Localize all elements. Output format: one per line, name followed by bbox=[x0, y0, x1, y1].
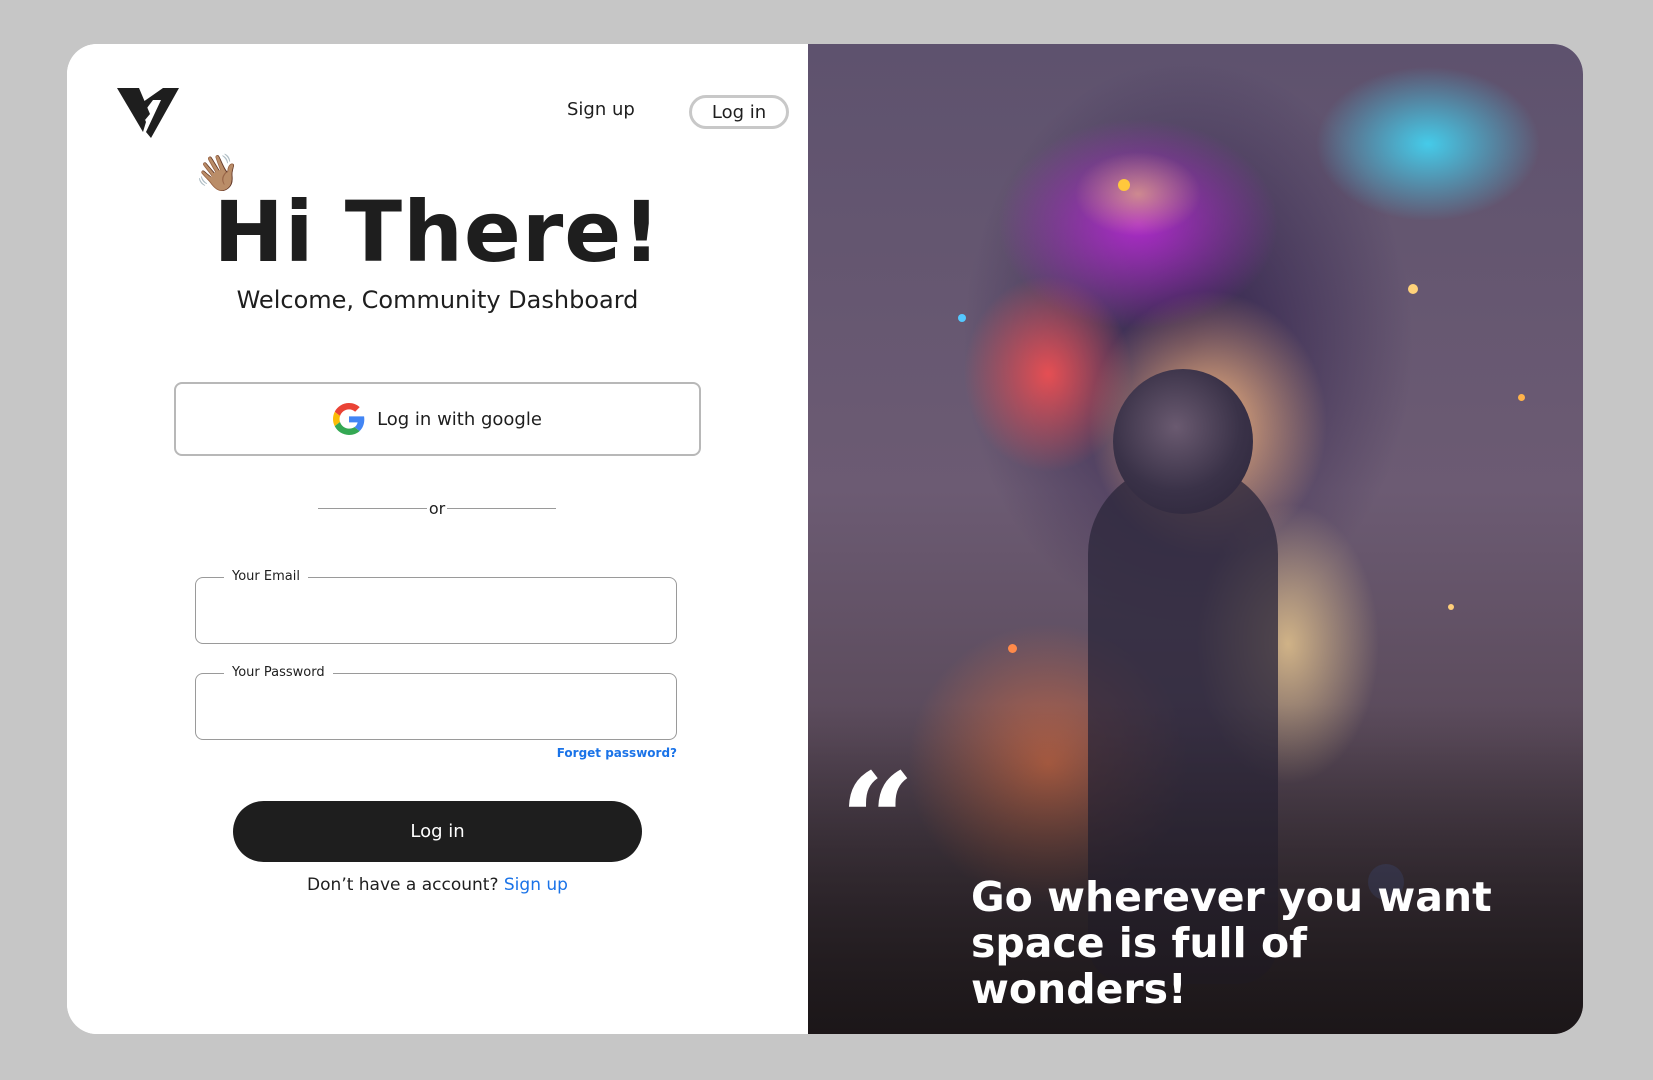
nav-login-button[interactable]: Log in bbox=[689, 95, 789, 129]
password-field-label: Your Password bbox=[224, 664, 333, 682]
divider-or-label: or bbox=[428, 498, 446, 518]
divider-line-right bbox=[447, 507, 556, 509]
email-field: Your Email bbox=[195, 568, 677, 644]
login-submit-button[interactable]: Log in bbox=[233, 801, 642, 862]
google-login-button[interactable]: Log in with google bbox=[174, 382, 701, 456]
paint-speck bbox=[958, 314, 966, 322]
astronaut-helmet bbox=[1113, 369, 1253, 514]
quote-text: Go wherever you want space is full of wo… bbox=[971, 874, 1531, 1012]
divider-line-left bbox=[318, 507, 427, 509]
nav-signup-button[interactable]: Sign up bbox=[567, 95, 635, 125]
forgot-password-link[interactable]: Forget password? bbox=[507, 744, 677, 762]
page-title: Hi There! bbox=[213, 183, 662, 281]
no-account-text: Don’t have a account? bbox=[307, 875, 499, 895]
hero-image-panel: “ Go wherever you want space is full of … bbox=[808, 44, 1583, 1034]
or-divider: or bbox=[318, 498, 556, 518]
signup-link[interactable]: Sign up bbox=[504, 875, 568, 895]
paint-speck bbox=[1448, 604, 1454, 610]
google-login-label: Log in with google bbox=[377, 408, 542, 430]
password-field: Your Password bbox=[195, 664, 677, 740]
google-icon bbox=[333, 403, 365, 435]
login-panel: Sign up Log in 👋🏽 Hi There! Welcome, Com… bbox=[67, 44, 808, 1034]
signup-prompt: Don’t have a account? Sign up bbox=[67, 872, 808, 898]
paint-speck bbox=[1518, 394, 1525, 401]
password-input[interactable] bbox=[212, 688, 664, 728]
email-field-label: Your Email bbox=[224, 568, 308, 586]
paint-speck bbox=[1408, 284, 1418, 294]
brand-logo bbox=[117, 88, 179, 138]
paint-speck bbox=[1008, 644, 1017, 653]
paint-speck bbox=[1118, 179, 1130, 191]
quote-mark-icon: “ bbox=[840, 744, 915, 897]
page-subtitle: Welcome, Community Dashboard bbox=[236, 286, 639, 314]
email-input[interactable] bbox=[212, 592, 664, 632]
quote-line-2: space is full of wonders! bbox=[971, 919, 1307, 1013]
login-card: Sign up Log in 👋🏽 Hi There! Welcome, Com… bbox=[67, 44, 1583, 1034]
quote-line-1: Go wherever you want bbox=[971, 873, 1492, 921]
